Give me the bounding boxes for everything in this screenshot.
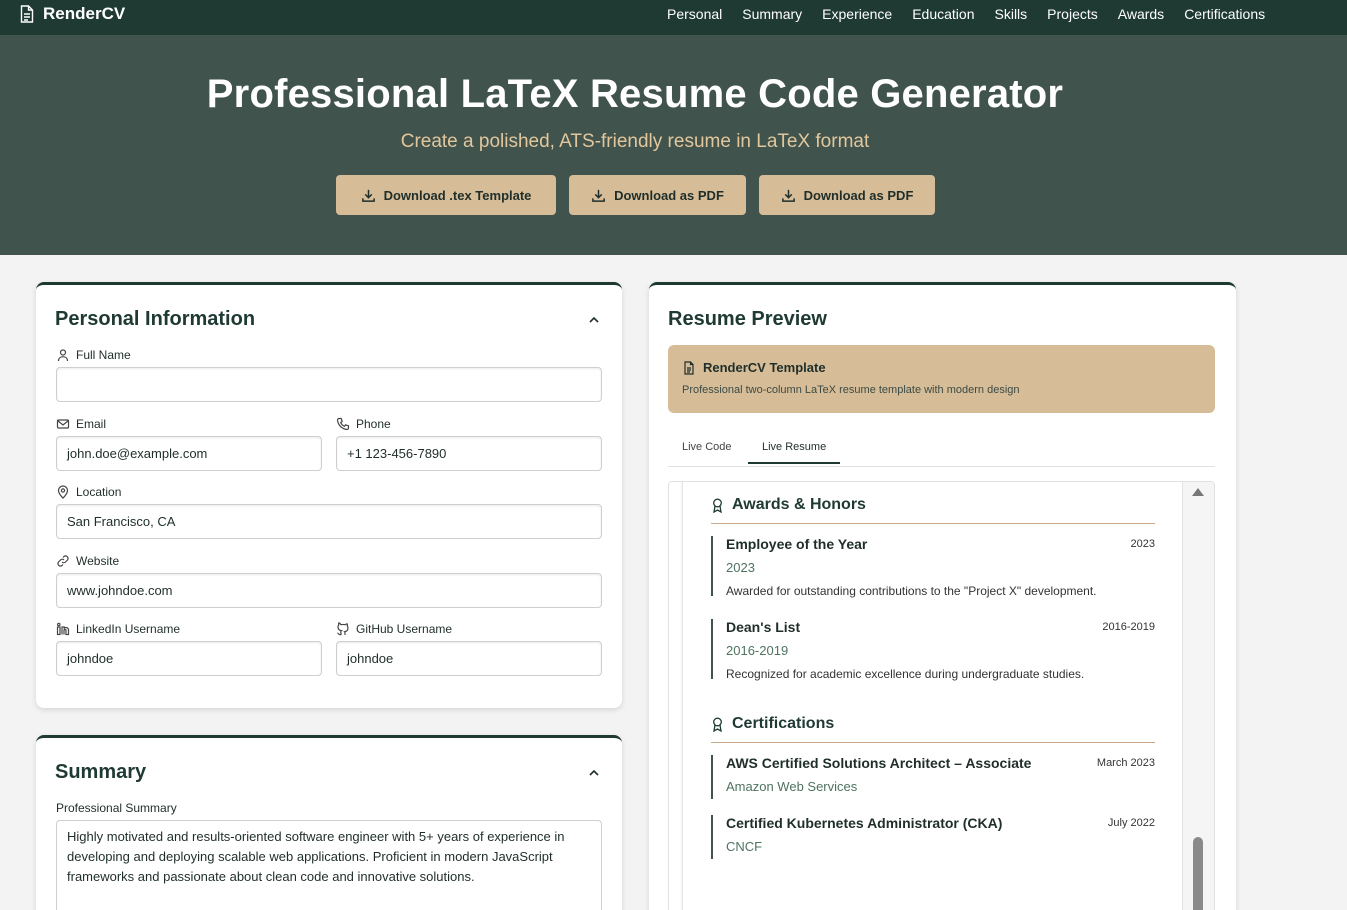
page-subtitle: Create a polished, ATS-friendly resume i… (400, 131, 870, 152)
download-icon (361, 189, 375, 202)
resume-preview-card: Resume Preview RenderCV Template Profess… (649, 282, 1236, 910)
certification-entry: AWS Certified Solutions Architect – Asso… (711, 755, 1155, 799)
resume-preview-title: Resume Preview (668, 308, 827, 330)
phone-label: Phone (336, 417, 391, 431)
award-icon (713, 498, 722, 513)
chevron-up-icon[interactable] (587, 313, 601, 327)
awards-heading: Awards & Honors (711, 496, 866, 514)
award-entry: Dean's List 2016-2019 2016-2019 Recogniz… (711, 619, 1155, 681)
top-nav: RenderCV Personal Summary Experience Edu… (0, 0, 1347, 35)
certification-title: Certified Kubernetes Administrator (CKA) (726, 815, 1003, 831)
nav-link-skills[interactable]: Skills (995, 6, 1028, 22)
nav-link-personal[interactable]: Personal (667, 6, 722, 22)
download-pdf-label: Download as PDF (614, 187, 724, 203)
download-pdf-label-2: Download as PDF (803, 187, 914, 203)
award-description: Recognized for academic excellence durin… (726, 667, 1085, 681)
section-divider (711, 523, 1155, 524)
professional-summary-textarea[interactable]: Highly motivated and results-oriented so… (56, 820, 602, 910)
location-label: Location (56, 485, 121, 499)
certifications-heading: Certifications (711, 715, 834, 733)
github-field[interactable]: johndoe (336, 641, 602, 676)
award-subtitle: 2016-2019 (726, 643, 789, 658)
resume-view[interactable]: Awards & Honors Employee of the Year 202… (668, 481, 1215, 910)
certification-issuer: CNCF (726, 839, 763, 854)
scrollbar-thumb[interactable] (1193, 837, 1203, 910)
award-date: 2023 (1130, 538, 1155, 550)
tab-live-resume[interactable]: Live Resume (748, 441, 841, 464)
download-icon (781, 189, 795, 202)
certification-title: AWS Certified Solutions Architect – Asso… (726, 755, 1032, 771)
full-name-label: Full Name (56, 348, 131, 362)
website-label: Website (56, 554, 119, 568)
template-info-box: RenderCV Template Professional two-colum… (668, 345, 1215, 413)
award-title: Employee of the Year (726, 536, 868, 552)
nav-link-experience[interactable]: Experience (822, 6, 892, 22)
award-subtitle: 2023 (726, 560, 755, 575)
certification-date: March 2023 (1096, 757, 1155, 769)
tab-live-code[interactable]: Live Code (682, 441, 732, 462)
brand-name: RenderCV (43, 4, 126, 23)
personal-info-card: Personal Information Full Name Email joh… (36, 282, 622, 708)
brand[interactable]: RenderCV (18, 4, 125, 24)
award-entry: Employee of the Year 2023 2023 Awarded f… (711, 536, 1155, 598)
hero-section: Professional LaTeX Resume Code Generator… (0, 35, 1347, 255)
linkedin-field[interactable]: johndoe (56, 641, 322, 676)
user-icon (57, 349, 69, 362)
location-field[interactable]: San Francisco, CA (56, 504, 602, 539)
award-date: 2016-2019 (1102, 621, 1155, 633)
scrollbar[interactable] (1182, 482, 1214, 910)
full-name-input[interactable] (56, 367, 602, 402)
mail-icon (56, 419, 70, 429)
download-tex-button[interactable]: Download .tex Template (336, 175, 556, 215)
certification-date: July 2022 (1107, 817, 1155, 829)
download-pdf-button[interactable]: Download as PDF (569, 175, 746, 215)
nav-link-awards[interactable]: Awards (1118, 6, 1164, 22)
award-description: Awarded for outstanding contributions to… (726, 584, 1097, 598)
nav-link-summary[interactable]: Summary (742, 6, 802, 22)
section-divider (711, 742, 1155, 743)
website-field[interactable]: www.johndoe.com (56, 573, 602, 608)
email-label: Email (56, 417, 106, 431)
email-field[interactable]: john.doe@example.com (56, 436, 322, 471)
nav-link-education[interactable]: Education (912, 6, 974, 22)
download-tex-label: Download .tex Template (383, 187, 532, 203)
award-icon (713, 717, 722, 732)
download-buttons: Download .tex Template Download as PDF D… (336, 175, 935, 215)
nav-link-certifications[interactable]: Certifications (1184, 6, 1265, 22)
certification-entry: Certified Kubernetes Administrator (CKA)… (711, 815, 1155, 859)
github-icon (337, 622, 349, 636)
phone-icon (336, 417, 350, 431)
professional-summary-label: Professional Summary (56, 801, 177, 815)
document-icon (20, 5, 34, 23)
github-label: GitHub Username (336, 622, 452, 636)
link-icon (57, 555, 69, 567)
personal-info-title: Personal Information (55, 308, 256, 330)
chevron-up-icon[interactable] (587, 766, 601, 780)
linkedin-label: LinkedIn Username (56, 622, 180, 636)
preview-tabs: Live Code Live Resume (668, 435, 1215, 467)
summary-title: Summary (55, 761, 147, 783)
linkedin-icon (56, 622, 70, 636)
award-title: Dean's List (726, 619, 801, 635)
download-pdf-button-2[interactable]: Download as PDF (759, 175, 935, 215)
phone-field[interactable]: +1 123-456-7890 (336, 436, 602, 471)
resume-page: Awards & Honors Employee of the Year 202… (683, 482, 1182, 910)
certification-issuer: Amazon Web Services (726, 779, 858, 794)
document-icon (684, 360, 694, 375)
download-icon (592, 189, 605, 202)
template-description: Professional two-column LaTeX resume tem… (682, 384, 1020, 396)
nav-link-projects[interactable]: Projects (1047, 6, 1098, 22)
map-pin-icon (57, 485, 69, 499)
summary-card: Summary Professional Summary Highly moti… (36, 735, 622, 910)
page-title: Professional LaTeX Resume Code Generator (206, 72, 1064, 116)
nav-links: Personal Summary Experience Education Sk… (667, 6, 1265, 22)
template-title: RenderCV Template (682, 360, 826, 375)
scroll-up-arrow-icon[interactable] (1192, 488, 1204, 496)
